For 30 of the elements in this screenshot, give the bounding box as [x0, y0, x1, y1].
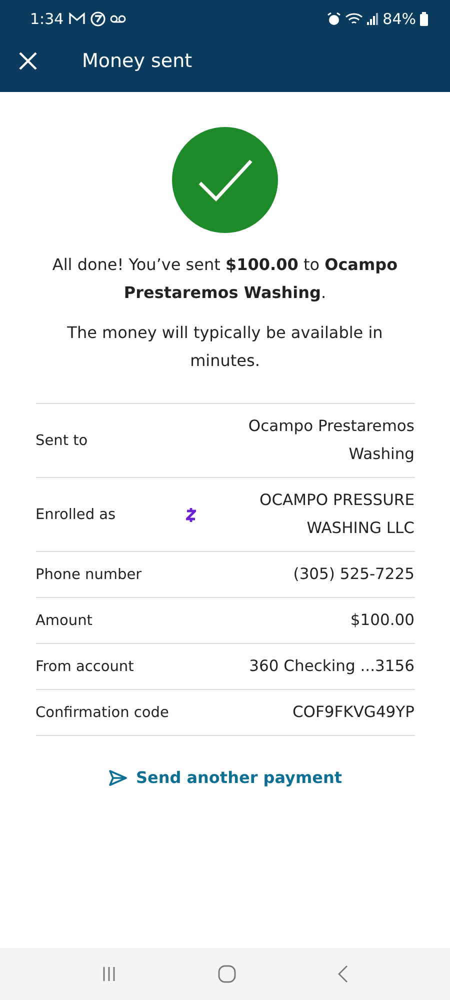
battery-level: 84%: [382, 10, 416, 28]
detail-value: Ocampo Prestaremos Washing: [247, 416, 414, 465]
wifi-icon: [344, 12, 363, 26]
send-another-payment-link[interactable]: Send another payment: [108, 768, 342, 787]
detail-value: 360 Checking ...3156: [248, 656, 414, 677]
battery-icon: [420, 12, 428, 26]
voicemail-icon: [110, 14, 126, 24]
zelle-icon: [186, 506, 196, 522]
detail-label: Enrolled as: [36, 506, 117, 522]
detail-label: Amount: [36, 612, 94, 628]
detail-value: $100.00: [349, 610, 414, 631]
detail-label: From account: [36, 658, 135, 674]
signal-icon: [366, 13, 379, 25]
send-icon: [108, 768, 128, 786]
back-icon[interactable]: [336, 964, 350, 984]
detail-value: COF9FKVG49YP: [291, 702, 414, 723]
detail-label: Phone number: [36, 566, 143, 582]
availability-note: The money will typically be available in minutes.: [66, 322, 384, 372]
screen-title: Money sent: [82, 50, 192, 72]
detail-value: OCAMPO PRESSURE WASHING LLC: [258, 490, 414, 539]
alarm-icon: [326, 12, 341, 26]
success-check-icon: [172, 127, 278, 233]
detail-label: Confirmation code: [36, 704, 170, 720]
detail-label: Sent to: [36, 432, 89, 448]
detail-value: (305) 525-7225: [292, 564, 414, 585]
status-time: 1:34: [30, 10, 64, 28]
confirmation-message: All done! You’ve sent $100.00 to Ocampo Prestaremos Washing.: [51, 254, 399, 304]
mail-icon: [68, 12, 86, 26]
close-icon: [18, 51, 38, 71]
home-icon[interactable]: [216, 964, 237, 984]
